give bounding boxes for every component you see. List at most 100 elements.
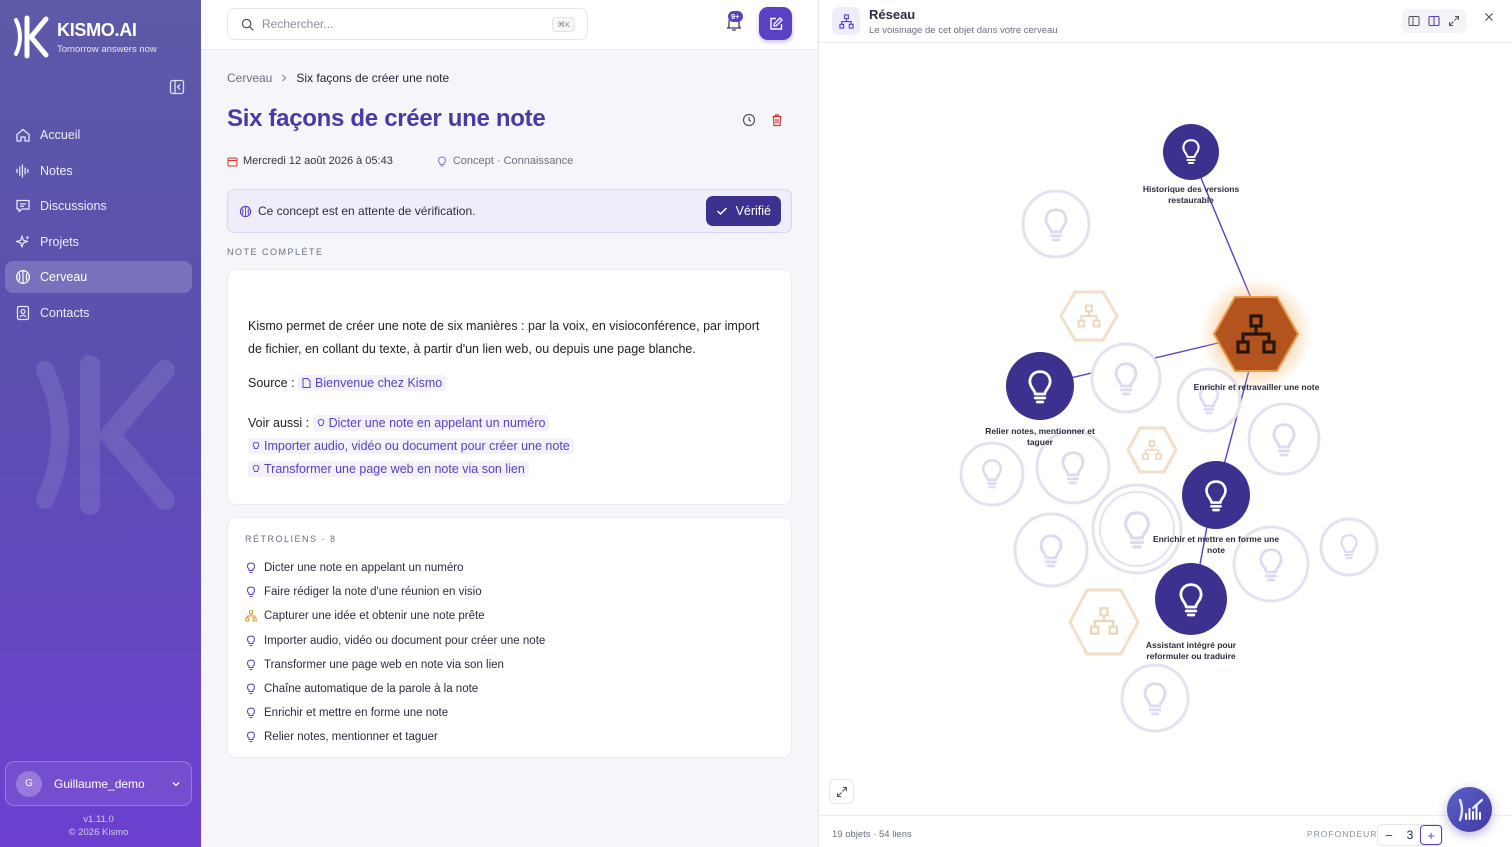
list-item[interactable]: Faire rédiger la note d'une réunion en v… (245, 580, 545, 604)
graph-node-faded[interactable] (1126, 426, 1178, 474)
source-link[interactable]: Bienvenue chez Kismo (298, 375, 447, 391)
sidebar-item-cerveau[interactable]: Cerveau (5, 261, 192, 293)
user-menu[interactable]: G Guillaume_demo (5, 761, 192, 806)
graph-node-faded[interactable] (959, 441, 1025, 507)
brand[interactable]: KISMO.AI Tomorrow answers now (10, 14, 157, 60)
graph-node-faded[interactable] (1013, 512, 1089, 588)
fullscreen-graph-button[interactable] (829, 779, 854, 804)
lightbulb-icon (246, 586, 256, 598)
panel-subtitle: Le voisinage de cet objet dans votre cer… (869, 25, 1058, 36)
lightbulb-icon (252, 464, 260, 472)
kismo-logo-icon (14, 15, 49, 59)
list-item[interactable]: Transformer une page web en note via son… (245, 653, 545, 677)
graph-node-label: Assistant intégré pour reformuler ou tra… (1145, 640, 1237, 661)
depth-stepper: − 3 + (1377, 824, 1443, 846)
panel-footer: 19 objets · 54 liens PROFONDEUR − 3 + (819, 815, 1512, 847)
note-body: Kismo permet de créer une note de six ma… (248, 319, 760, 356)
panel-title: Réseau (869, 7, 916, 22)
notice-text: Ce concept est en attente de vérificatio… (258, 204, 476, 218)
history-icon[interactable] (742, 113, 756, 127)
notification-badge: 9+ (728, 11, 743, 22)
graph-node-label: Enrichir et retravailler une note (1193, 382, 1320, 392)
trash-icon[interactable] (770, 113, 784, 127)
graph-node-label: Historique des versions restaurable (1142, 184, 1240, 205)
chevron-down-icon (172, 781, 180, 786)
sidebar-item-label: Discussions (40, 199, 107, 213)
close-icon[interactable] (1484, 12, 1494, 22)
graph-node-enrichir-forme[interactable] (1182, 461, 1250, 529)
search-box[interactable]: ⌘K (227, 8, 588, 40)
lightbulb-icon (246, 659, 256, 670)
new-note-button[interactable] (759, 7, 792, 40)
sidebar-item-notes[interactable]: Notes (5, 155, 192, 187)
panel-header: Réseau Le voisinage de cet objet dans vo… (819, 0, 1512, 43)
workflow-icon (245, 610, 257, 622)
list-item[interactable]: Importer audio, vidéo ou document pour c… (245, 629, 545, 653)
sidebar-item-discussions[interactable]: Discussions (5, 190, 192, 222)
graph-node-relier[interactable] (1006, 352, 1074, 420)
lightbulb-icon (246, 562, 256, 574)
sidebar-item-projets[interactable]: Projets (5, 226, 192, 258)
graph-node-faded[interactable] (1021, 189, 1091, 259)
split-view-icon[interactable] (1428, 15, 1440, 27)
collapse-sidebar-icon[interactable] (169, 79, 185, 95)
sidebar-item-contacts[interactable]: Contacts (5, 297, 192, 329)
sidebar-nav: Accueil Notes Discussions Projets Cervea… (5, 119, 192, 332)
check-icon (716, 207, 727, 216)
background-logo-icon (36, 355, 175, 515)
brain-icon (16, 270, 30, 284)
list-item[interactable]: Dicter une note en appelant un numéro (245, 556, 545, 580)
maximize-icon[interactable] (1448, 15, 1460, 27)
network-icon (832, 7, 860, 35)
note-category: Concept · Connaissance (452, 155, 574, 167)
search-input[interactable] (262, 17, 542, 31)
depth-decrease-button[interactable]: − (1378, 825, 1400, 845)
lightbulb-icon (246, 635, 256, 646)
list-item[interactable]: Enrichir et mettre en forme une note (245, 701, 545, 725)
contact-icon (16, 305, 30, 320)
search-icon (241, 18, 254, 31)
depth-increase-button[interactable]: + (1420, 825, 1442, 845)
top-bar: ⌘K 9+ (201, 0, 817, 50)
split-left-icon[interactable] (1408, 15, 1420, 27)
note-source: Source : Bienvenue chez Kismo (248, 375, 447, 391)
sidebar-item-label: Cerveau (40, 270, 88, 284)
panel-layout-tools (1402, 9, 1466, 33)
brand-name: KISMO.AI (57, 19, 137, 40)
list-item[interactable]: Capturer une idée et obtenir une note pr… (245, 604, 545, 628)
lightbulb-icon (317, 418, 324, 426)
lightbulb-icon (437, 155, 446, 166)
assistant-button[interactable] (1447, 787, 1492, 832)
see-also-link[interactable]: Transformer une page web en note via son… (248, 461, 529, 477)
graph-node-hub[interactable] (1200, 278, 1312, 390)
title-actions (742, 113, 784, 127)
verify-button[interactable]: Vérifié (705, 196, 781, 226)
see-also-link[interactable]: Dicter une note en appelant un numéro (312, 415, 550, 431)
note-see-also: Voir aussi : Dicter une note en appelant… (248, 415, 550, 431)
network-panel: Réseau Le voisinage de cet objet dans vo… (818, 0, 1512, 847)
breadcrumb-root[interactable]: Cerveau (227, 71, 272, 85)
list-item[interactable]: Relier notes, mentionner et taguer (245, 725, 545, 749)
graph-node-faded[interactable] (1068, 588, 1140, 656)
graph-node-historique[interactable] (1163, 124, 1219, 180)
list-item[interactable]: Chaîne automatique de la parole à la not… (245, 677, 545, 701)
backlinks-card: RÉTROLIENS · 8 Dicter une note en appela… (227, 517, 792, 758)
network-graph[interactable] (819, 44, 1512, 814)
breadcrumb-current: Six façons de créer une note (296, 71, 450, 85)
graph-node-faded[interactable] (1059, 290, 1119, 342)
sidebar-item-label: Notes (40, 163, 73, 178)
note-view: Cerveau Six façons de créer une note Six… (201, 51, 817, 847)
see-also-link[interactable]: Importer audio, vidéo ou document pour c… (248, 438, 574, 454)
chevron-right-icon (282, 74, 287, 82)
edit-icon (769, 16, 783, 30)
graph-node-faded[interactable] (1091, 483, 1183, 575)
graph-node-faded[interactable] (1120, 663, 1190, 733)
graph-node-assistant[interactable] (1155, 563, 1227, 635)
graph-node-faded[interactable] (1319, 517, 1379, 577)
note-content-card: Kismo permet de créer une note de six ma… (227, 269, 792, 505)
sidebar-item-accueil[interactable]: Accueil (5, 119, 192, 151)
graph-node-faded[interactable] (1247, 402, 1321, 476)
graph-node-faded[interactable] (1090, 342, 1162, 414)
page-title: Six façons de créer une note (227, 105, 546, 132)
app-version: v1.11.0 © 2026 Kismo (68, 814, 129, 838)
